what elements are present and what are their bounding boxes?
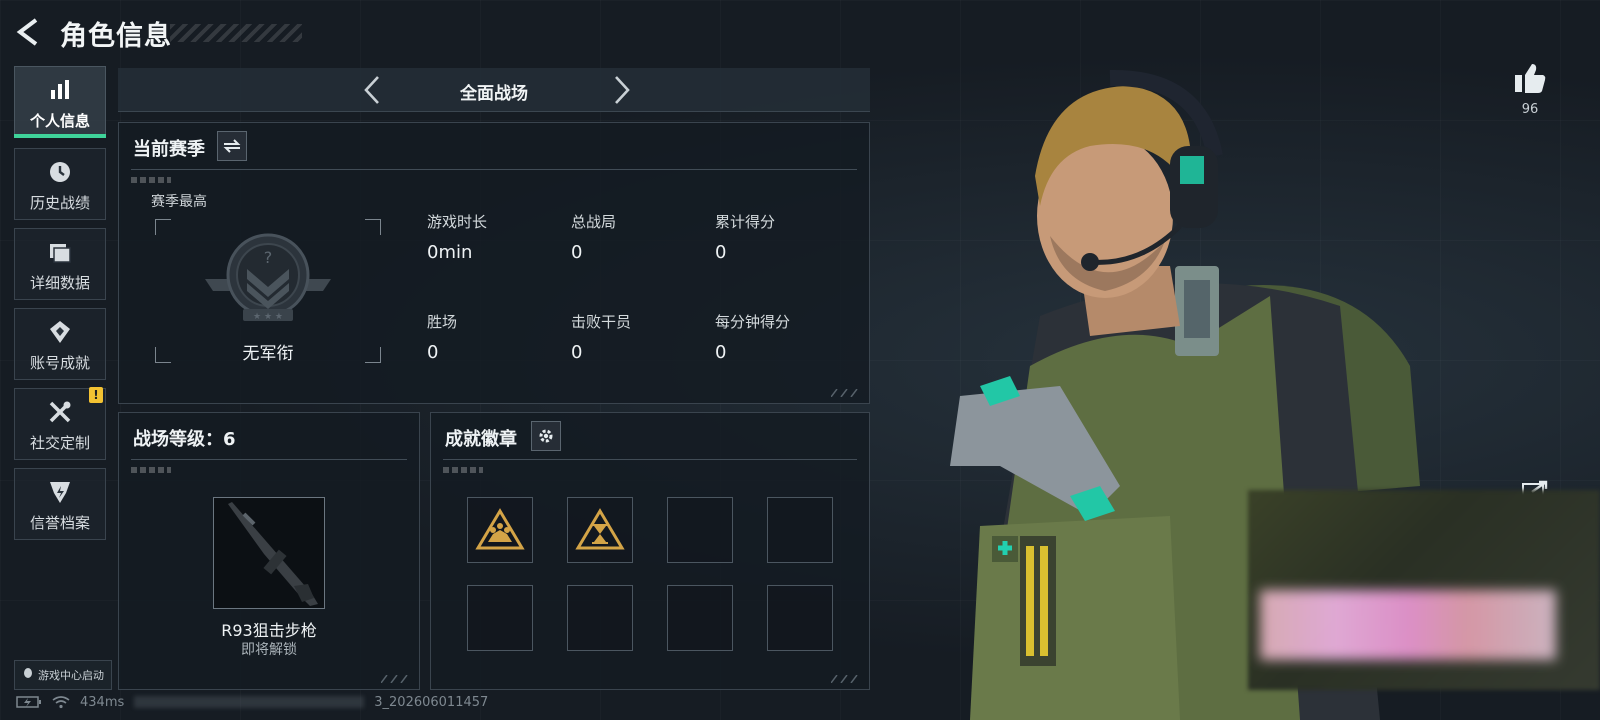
chevron-right-icon[interactable] <box>604 73 638 107</box>
sidebar-item-details[interactable]: 详细数据 <box>14 228 106 300</box>
badge-slot-8[interactable] <box>767 585 833 651</box>
stat-total-matches: 总战局 0 <box>571 211 711 263</box>
gear-icon <box>539 429 553 443</box>
switch-season-button[interactable] <box>217 131 247 161</box>
sniper-rifle-icon <box>228 502 318 606</box>
badge-slot-3[interactable] <box>667 497 733 563</box>
stat-score-per-minute: 每分钟得分 0 <box>715 311 855 363</box>
level-title: 战场等级：6 <box>133 429 236 450</box>
decor-marks <box>131 177 171 183</box>
bar-chart-icon <box>46 76 74 104</box>
qq-icon <box>22 667 34 683</box>
stat-value: 0min <box>427 242 473 263</box>
divider <box>131 169 857 170</box>
sidebar-item-credit[interactable]: 信誉档案 <box>14 468 106 540</box>
stat-label: 每分钟得分 <box>715 313 791 331</box>
rank-emblem-icon: ? ★ ★ ★ <box>205 233 331 322</box>
back-arrow-icon[interactable] <box>14 16 46 48</box>
hourglass-triangle-badge-icon <box>575 508 625 550</box>
sidebar-item-achievements[interactable]: 账号成就 <box>14 308 106 380</box>
achievement-icon <box>46 318 74 346</box>
sidebar-item-personal-info[interactable]: 个人信息 <box>14 66 106 138</box>
build-version: 3_202606011457 <box>374 694 489 710</box>
stat-label: 胜场 <box>427 313 458 331</box>
page-title: 角色信息 <box>60 21 172 52</box>
rank-display: ? ★ ★ ★ 无军衔 <box>155 219 381 364</box>
stat-kills: 击败干员 0 <box>571 311 711 363</box>
status-bar: 434ms 3_202606011457 <box>16 690 488 714</box>
stat-label: 击败干员 <box>571 313 632 331</box>
season-best-label: 赛季最高 <box>151 194 207 210</box>
corner-decoration <box>381 675 408 683</box>
masked-info <box>134 696 365 708</box>
stat-play-time: 游戏时长 0min <box>427 211 567 263</box>
game-center-button[interactable]: 游戏中心启动 <box>14 660 112 690</box>
sidebar-item-label: 历史战绩 <box>29 194 90 212</box>
stat-value: 0 <box>715 242 727 263</box>
badge-slot-4[interactable] <box>767 497 833 563</box>
stat-value: 0 <box>571 242 583 263</box>
season-panel: 当前赛季 赛季最高 ? ★ ★ ★ 无军衔 游戏时长 0min 总战局 0 累计… <box>118 122 870 404</box>
badge-slot-1[interactable] <box>467 497 533 563</box>
decor-marks <box>131 467 171 473</box>
game-center-label: 游戏中心启动 <box>38 669 104 682</box>
alert-badge: ! <box>89 387 103 403</box>
badges-title: 成就徽章 <box>445 429 517 450</box>
battery-icon <box>16 696 41 708</box>
divider <box>443 459 857 460</box>
stat-wins: 胜场 0 <box>427 311 567 363</box>
badge-settings-button[interactable] <box>531 421 561 451</box>
unlock-status: 即将解锁 <box>241 642 297 658</box>
weapon-name: R93狙击步枪 <box>221 621 317 640</box>
folder-icon <box>46 238 74 266</box>
sidebar-item-label: 社交定制 <box>29 434 90 452</box>
credit-icon <box>46 478 74 506</box>
stat-value: 0 <box>571 342 583 363</box>
divider <box>131 459 407 460</box>
stat-total-score: 累计得分 0 <box>715 211 855 263</box>
rank-name: 无军衔 <box>242 344 294 364</box>
sidebar-item-history[interactable]: 历史战绩 <box>14 148 106 220</box>
sidebar-item-label: 个人信息 <box>29 112 90 130</box>
blurred-banner <box>1260 590 1556 660</box>
team-triangle-badge-icon <box>475 508 525 550</box>
sidebar-item-label: 账号成就 <box>29 354 90 372</box>
svg-text:?: ? <box>264 248 273 267</box>
corner-decoration <box>831 389 858 397</box>
swap-icon <box>223 139 241 153</box>
history-icon <box>46 158 74 186</box>
sidebar-item-social[interactable]: ! 社交定制 <box>14 387 106 460</box>
like-button[interactable]: 96 <box>1510 62 1550 117</box>
mode-label: 全面战场 <box>460 84 528 104</box>
wifi-icon <box>52 696 70 709</box>
badge-slot-7[interactable] <box>667 585 733 651</box>
achievement-badges-panel: 成就徽章 <box>430 412 870 690</box>
sidebar-item-label: 信誉档案 <box>29 514 90 532</box>
sidebar-item-label: 详细数据 <box>29 274 90 292</box>
corner-decoration <box>831 675 858 683</box>
badge-slot-5[interactable] <box>467 585 533 651</box>
season-title: 当前赛季 <box>133 139 205 160</box>
svg-text:★ ★ ★: ★ ★ ★ <box>253 312 283 322</box>
thumbs-up-icon <box>1515 64 1546 93</box>
stat-value: 0 <box>427 342 439 363</box>
tools-icon <box>46 398 74 426</box>
battlefield-level-panel: 战场等级：6 R93狙击步枪 即将解锁 <box>118 412 420 690</box>
stat-value: 0 <box>715 342 727 363</box>
stat-label: 累计得分 <box>715 213 776 231</box>
ping-value: 434ms <box>80 694 125 710</box>
stat-label: 游戏时长 <box>427 213 488 231</box>
like-count: 96 <box>1521 102 1539 117</box>
decor-marks <box>443 467 483 473</box>
weapon-card[interactable] <box>213 497 325 609</box>
badge-slot-6[interactable] <box>567 585 633 651</box>
title-decoration <box>170 24 302 42</box>
badge-slot-2[interactable] <box>567 497 633 563</box>
mode-selector: 全面战场 <box>118 68 870 112</box>
stat-label: 总战局 <box>571 213 617 231</box>
